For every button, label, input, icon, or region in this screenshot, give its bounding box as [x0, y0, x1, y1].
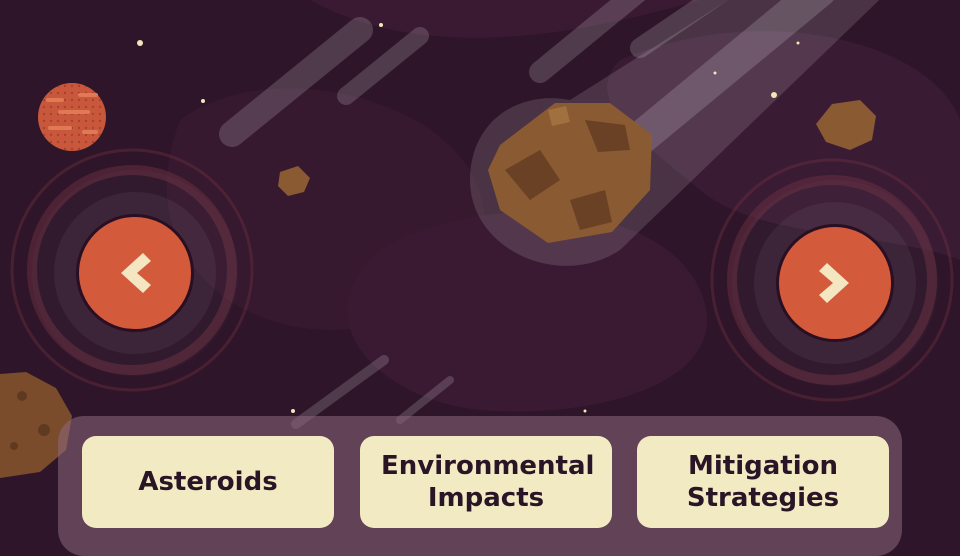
topic-label: Environmental Impacts [381, 451, 595, 513]
planet-icon [38, 83, 106, 151]
topic-card-asteroids[interactable]: Asteroids [82, 436, 334, 528]
chevron-right-icon [819, 263, 849, 303]
topic-card-environmental-impacts[interactable]: Environmental Impacts [360, 436, 612, 528]
previous-button[interactable] [76, 214, 194, 332]
topic-label: Asteroids [138, 467, 278, 497]
next-button[interactable] [776, 224, 894, 342]
topic-card-mitigation-strategies[interactable]: Mitigation Strategies [637, 436, 889, 528]
topic-label: Mitigation Strategies [686, 451, 840, 513]
chevron-left-icon [121, 253, 151, 293]
